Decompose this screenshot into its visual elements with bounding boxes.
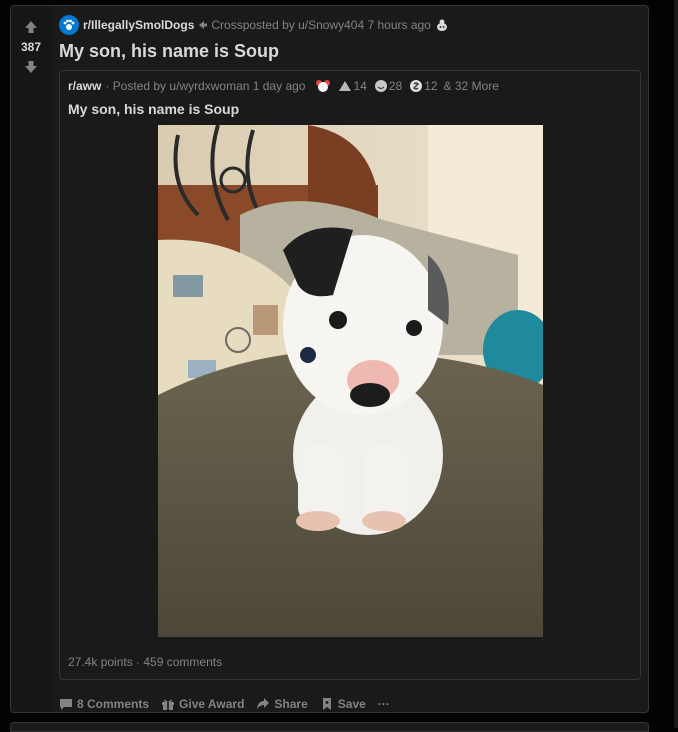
downvote-button[interactable]: [22, 58, 40, 76]
original-posted-by: · Posted by u/wyrdxwoman 1 day ago: [105, 79, 306, 93]
share-button[interactable]: Share: [256, 697, 308, 711]
subreddit-link[interactable]: r/IllegallySmolDogs: [83, 18, 194, 32]
scrollbar[interactable]: [674, 0, 678, 728]
comments-label: 8 Comments: [77, 697, 150, 711]
post-actions: 8 Comments Give Award Share Save ···: [59, 690, 640, 712]
award-count: 14: [353, 79, 367, 93]
crossposted-post[interactable]: r/aww · Posted by u/wyrdxwoman 1 day ago…: [59, 70, 641, 680]
helpful-award-icon: [339, 81, 352, 91]
post-content: r/IllegallySmolDogs Crossposted by u/Sno…: [59, 6, 641, 712]
puppy-photo[interactable]: [157, 125, 543, 637]
share-label: Share: [274, 697, 308, 711]
post-card: 387 r/IllegallySmolDogs Crossposted by u…: [10, 5, 649, 713]
post-meta: r/IllegallySmolDogs Crossposted by u/Sno…: [59, 11, 640, 39]
award-count: 12: [424, 79, 438, 93]
mickey-award-icon: [316, 80, 331, 92]
give-award-button[interactable]: Give Award: [161, 697, 244, 711]
award-badge[interactable]: 28: [373, 79, 402, 93]
award-badge[interactable]: 14: [337, 79, 367, 93]
silver-award-icon: [410, 80, 423, 92]
gift-icon: [162, 699, 175, 710]
upvote-button[interactable]: [22, 18, 40, 36]
puppy-image: [157, 125, 543, 637]
original-post-meta: r/aww · Posted by u/wyrdxwoman 1 day ago…: [68, 79, 632, 93]
puppy-body: [282, 227, 449, 535]
next-post-card: [10, 722, 649, 732]
upvote-icon: [25, 21, 37, 33]
paw-icon: [63, 19, 75, 30]
vote-score: 387: [20, 40, 42, 54]
crosspost-info: Crossposted by u/Snowy404 7 hours ago: [211, 18, 431, 32]
original-post-stats[interactable]: 27.4k points · 459 comments: [68, 655, 632, 669]
original-subreddit-link[interactable]: r/aww: [68, 79, 101, 93]
downvote-icon: [25, 61, 37, 73]
wholesome-award-icon: [374, 80, 387, 92]
comments-button[interactable]: 8 Comments: [59, 697, 149, 711]
save-button[interactable]: Save: [320, 697, 366, 711]
post-title[interactable]: My son, his name is Soup: [59, 41, 640, 62]
award-badge[interactable]: [315, 79, 331, 93]
more-awards-link[interactable]: & 32 More: [444, 79, 499, 93]
bookmark-icon: [322, 698, 331, 710]
comment-icon: [60, 699, 72, 710]
original-post-title[interactable]: My son, his name is Soup: [68, 101, 632, 117]
save-label: Save: [337, 697, 366, 711]
subreddit-icon[interactable]: [59, 15, 79, 35]
award-count: 28: [388, 79, 403, 93]
crosspost-icon: [199, 21, 208, 29]
vote-column: 387: [11, 6, 51, 712]
more-options-button[interactable]: ···: [378, 697, 390, 711]
snoo-avatar-icon: [436, 19, 447, 31]
award-badge[interactable]: 12: [408, 79, 438, 93]
share-icon: [257, 698, 270, 709]
give-award-label: Give Award: [179, 697, 245, 711]
